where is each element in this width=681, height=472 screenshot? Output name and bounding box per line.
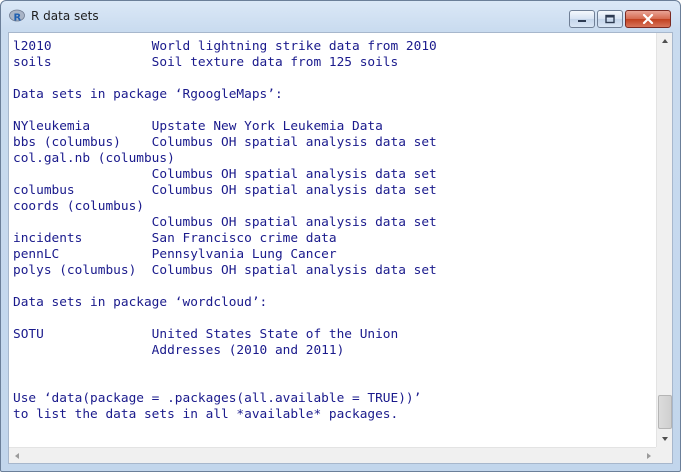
scroll-right-button[interactable] <box>641 448 657 464</box>
maximize-icon <box>605 14 615 24</box>
client-area: l2010 World lightning strike data from 2… <box>8 32 673 464</box>
console-text: l2010 World lightning strike data from 2… <box>13 39 437 423</box>
console-output[interactable]: l2010 World lightning strike data from 2… <box>9 33 657 447</box>
horizontal-scrollbar[interactable] <box>9 447 657 463</box>
vertical-scroll-thumb[interactable] <box>658 395 672 429</box>
console-line: incidents San Francisco crime data <box>13 231 337 246</box>
close-icon <box>642 14 654 24</box>
down-arrow-icon <box>662 437 668 441</box>
r-data-sets-window: R R data sets l2010 World lightning stri… <box>0 0 681 472</box>
scroll-up-button[interactable] <box>657 33 673 49</box>
console-line: to list the data sets in all *available*… <box>13 407 399 422</box>
window-title: R data sets <box>31 9 99 23</box>
title-bar[interactable]: R R data sets <box>1 1 680 31</box>
scroll-left-button[interactable] <box>9 448 25 464</box>
scrollbar-corner <box>656 447 672 463</box>
console-line: col.gal.nb (columbus) <box>13 151 175 166</box>
vertical-scrollbar[interactable] <box>656 33 672 447</box>
r-logo-icon: R <box>9 9 25 24</box>
left-arrow-icon <box>15 453 19 459</box>
console-line: Data sets in package ‘wordcloud’: <box>13 295 268 310</box>
console-line: pennLC Pennsylvania Lung Cancer <box>13 247 337 262</box>
svg-text:R: R <box>14 13 22 24</box>
scroll-down-button[interactable] <box>657 431 673 447</box>
minimize-button[interactable] <box>569 10 595 28</box>
console-line: NYleukemia Upstate New York Leukemia Dat… <box>13 119 383 134</box>
console-line: bbs (columbus) Columbus OH spatial analy… <box>13 135 437 150</box>
console-line: Use ‘data(package = .packages(all.availa… <box>13 391 422 406</box>
console-line: Columbus OH spatial analysis data set <box>13 215 437 230</box>
console-line: Columbus OH spatial analysis data set <box>13 167 437 182</box>
console-line: l2010 World lightning strike data from 2… <box>13 39 437 54</box>
minimize-icon <box>578 20 586 22</box>
console-line: SOTU United States State of the Union <box>13 327 399 342</box>
console-line: polys (columbus) Columbus OH spatial ana… <box>13 263 437 278</box>
console-line: coords (columbus) <box>13 199 144 214</box>
console-line: soils Soil texture data from 125 soils <box>13 55 399 70</box>
console-line: columbus Columbus OH spatial analysis da… <box>13 183 437 198</box>
right-arrow-icon <box>647 453 651 459</box>
console-line: Addresses (2010 and 2011) <box>13 343 345 358</box>
maximize-button[interactable] <box>597 10 623 28</box>
up-arrow-icon <box>662 39 668 43</box>
close-button[interactable] <box>625 10 671 28</box>
console-line: Data sets in package ‘RgoogleMaps’: <box>13 87 283 102</box>
